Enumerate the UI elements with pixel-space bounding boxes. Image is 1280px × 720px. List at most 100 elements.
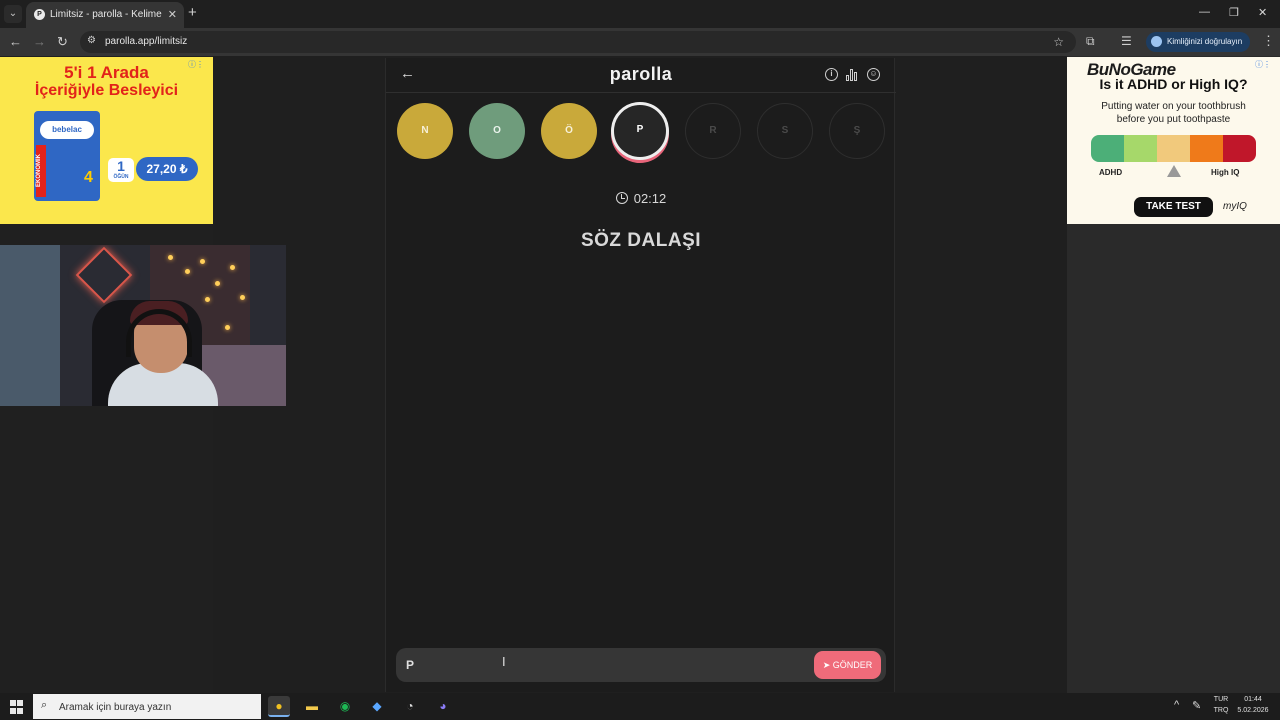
- verify-identity-button[interactable]: Kimliğinizi doğrulayın: [1146, 32, 1250, 52]
- file-explorer-icon[interactable]: ▬: [301, 696, 323, 717]
- minimize-icon[interactable]: —: [1199, 6, 1210, 18]
- letter-circle-p-active[interactable]: P: [611, 102, 669, 160]
- game-header: ← parolla i ☺: [386, 58, 896, 93]
- answer-input[interactable]: [406, 657, 796, 673]
- webcam-wall: [0, 245, 60, 406]
- product-stage: 4: [84, 169, 93, 186]
- game-card: ← parolla i ☺ N O Ö P R S Ş 02:12 SÖZ DA…: [385, 58, 896, 692]
- ad-info-icon[interactable]: ⓘ⋮: [188, 59, 204, 70]
- letter-circle-o-umlaut[interactable]: Ö: [541, 103, 597, 159]
- take-test-button[interactable]: TAKE TEST: [1134, 197, 1213, 217]
- answer-bar: I ➤ GÖNDER: [396, 648, 886, 682]
- timer-value: 02:12: [633, 191, 667, 206]
- ad-subtitle: Putting water on your toothbrush before …: [1067, 100, 1280, 126]
- address-bar[interactable]: ⚙ parolla.app/limitsiz ☆: [80, 31, 1076, 53]
- scale-segment: [1157, 135, 1190, 162]
- fairy-light: [200, 259, 205, 264]
- fairy-light: [185, 269, 190, 274]
- serving-label: ÖĞÜN: [113, 174, 129, 180]
- restore-icon[interactable]: ❐: [1229, 6, 1239, 19]
- ad-info-icon[interactable]: ⓘ⋮: [1255, 59, 1271, 70]
- myiq-logo: myIQ: [1223, 201, 1247, 212]
- user-profile-icon[interactable]: ☺: [867, 68, 880, 81]
- browser-menu-dots-icon[interactable]: ⋮: [1262, 33, 1275, 49]
- taskbar-search-placeholder: Aramak için buraya yazın: [59, 702, 172, 713]
- serving-badge: 1 ÖĞÜN: [108, 158, 134, 182]
- price-badge: 27,20 ₺: [136, 157, 198, 181]
- ad-headline-1: 5'i 1 Arada: [64, 63, 149, 82]
- letter-circle-s-cedilla[interactable]: Ş: [829, 103, 885, 159]
- neon-sign: [75, 246, 133, 304]
- scale-segment: [1190, 135, 1223, 162]
- info-icon[interactable]: i: [825, 68, 838, 81]
- extensions-puzzle-icon[interactable]: ⧉: [1086, 34, 1095, 49]
- close-window-icon[interactable]: ✕: [1258, 6, 1267, 19]
- media-controls-icon[interactable]: ☰: [1121, 34, 1132, 48]
- verify-identity-label: Kimliğinizi doğrulayın: [1167, 37, 1243, 46]
- language-secondary[interactable]: TRQ: [1210, 707, 1232, 714]
- letter-circle-n[interactable]: N: [397, 103, 453, 159]
- new-tab-plus-icon[interactable]: +: [188, 5, 197, 21]
- fairy-light: [240, 295, 245, 300]
- fairy-light: [205, 297, 210, 302]
- stats-bar-chart-icon[interactable]: [846, 68, 859, 81]
- send-label: GÖNDER: [832, 660, 873, 670]
- product-box-image: bebelac EKONOMİK 4: [34, 111, 100, 201]
- url-text: parolla.app/limitsiz: [105, 36, 188, 47]
- scale-segment: [1223, 135, 1256, 162]
- app-diamond-icon[interactable]: ◆: [366, 696, 388, 717]
- discord-icon[interactable]: ◕: [432, 696, 454, 717]
- fairy-light: [215, 281, 220, 286]
- clock-time[interactable]: 01:44: [1232, 696, 1274, 703]
- browser-tab[interactable]: P Limitsiz - parolla - Kelime oyunu ✕: [26, 2, 184, 28]
- clock-date[interactable]: 5.02.2026: [1232, 707, 1274, 714]
- ad-banner-left[interactable]: 5'i 1 Arada İçeriğiyle Besleyici bebelac…: [0, 57, 213, 224]
- pen-icon[interactable]: ✎: [1192, 699, 1201, 712]
- adhd-iq-scale: [1091, 135, 1256, 162]
- back-arrow-icon[interactable]: ←: [9, 34, 22, 49]
- fairy-light: [225, 325, 230, 330]
- parolla-logo: parolla: [609, 64, 673, 84]
- browser-tab-bar: ⌄ P Limitsiz - parolla - Kelime oyunu ✕ …: [0, 0, 1280, 28]
- speedometer-app-icon[interactable]: ◔: [399, 696, 421, 717]
- send-button[interactable]: ➤ GÖNDER: [814, 651, 881, 679]
- parolla-favicon-icon: P: [34, 9, 45, 20]
- language-primary[interactable]: TUR: [1210, 696, 1232, 703]
- scale-segment: [1124, 135, 1157, 162]
- windows-start-icon[interactable]: [10, 700, 24, 714]
- reload-icon[interactable]: ↻: [57, 34, 68, 50]
- chrome-app-icon[interactable]: ●: [268, 696, 290, 717]
- ad-banner-right[interactable]: BuNoGame Is it ADHD or High IQ? Putting …: [1067, 57, 1280, 224]
- search-icon: ⌕: [41, 699, 48, 711]
- ad-subtitle-line1: Putting water on your toothbrush: [1101, 101, 1246, 112]
- tray-chevron-up-icon[interactable]: ^: [1174, 699, 1179, 711]
- site-info-icon[interactable]: ⚙: [87, 35, 96, 46]
- tab-title: Limitsiz - parolla - Kelime oyunu: [50, 9, 162, 20]
- product-brand: bebelac: [40, 121, 94, 139]
- fairy-light: [230, 265, 235, 270]
- scale-pointer-icon: [1167, 165, 1181, 177]
- scale-label-left: ADHD: [1099, 168, 1123, 177]
- tab-list-chevron-down-icon[interactable]: ⌄: [4, 5, 22, 23]
- clock-icon: [615, 192, 628, 204]
- fairy-light: [168, 255, 173, 260]
- taskbar-search-box[interactable]: ⌕ Aramak için buraya yazın: [33, 694, 261, 719]
- text-cursor-icon: I: [502, 654, 506, 669]
- webcam-overlay: [0, 245, 286, 406]
- timer: 02:12: [386, 191, 896, 206]
- profile-avatar-icon: [1151, 36, 1162, 47]
- letter-circle-r[interactable]: R: [685, 103, 741, 159]
- page: ← parolla i ☺ N O Ö P R S Ş 02:12 SÖZ DA…: [0, 56, 1280, 693]
- send-paper-plane-icon: ➤: [822, 660, 833, 670]
- windows-taskbar: ⌕ Aramak için buraya yazın ● ▬ ◉ ◆ ◔ ◕ ^…: [0, 693, 1280, 720]
- product-side-label: EKONOMİK: [36, 145, 46, 197]
- ad-headline-2: İçeriğiyle Besleyici: [34, 82, 179, 99]
- forward-arrow-icon[interactable]: →: [33, 34, 46, 49]
- bookmark-star-icon[interactable]: ☆: [1053, 35, 1064, 49]
- spotify-icon[interactable]: ◉: [334, 696, 356, 717]
- scale-label-right: High IQ: [1211, 168, 1240, 177]
- question-text: SÖZ DALAŞI: [580, 230, 702, 251]
- letter-circle-s[interactable]: S: [757, 103, 813, 159]
- tab-close-icon[interactable]: ✕: [168, 8, 177, 21]
- letter-circle-o[interactable]: O: [469, 103, 525, 159]
